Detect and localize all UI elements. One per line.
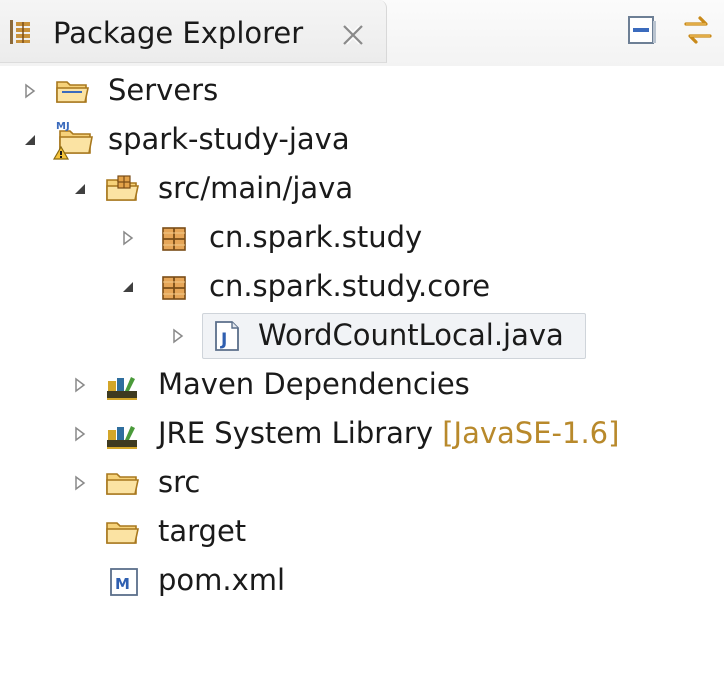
tree-item-package[interactable]: cn.spark.study bbox=[0, 213, 724, 262]
tree-item-src-folder[interactable]: src bbox=[0, 458, 724, 507]
library-icon bbox=[107, 426, 137, 449]
tree-item-label: WordCountLocal.java bbox=[258, 318, 564, 352]
collapse-all-icon[interactable] bbox=[622, 10, 662, 50]
tree-item-label: Maven Dependencies bbox=[158, 367, 470, 401]
tree-item-target-folder[interactable]: target bbox=[0, 507, 724, 556]
tree-item-jre-library[interactable]: JRE System Library [JavaSE-1.6] bbox=[0, 409, 724, 458]
maven-project-icon: M J bbox=[52, 121, 93, 160]
tree-item-label: target bbox=[158, 514, 247, 548]
svg-text:J: J bbox=[220, 330, 227, 350]
chevron-right-icon[interactable] bbox=[70, 375, 90, 395]
package-icon bbox=[162, 227, 186, 251]
view-title: Package Explorer bbox=[53, 16, 304, 50]
package-explorer-icon bbox=[10, 20, 30, 44]
chevron-right-icon[interactable] bbox=[20, 81, 40, 101]
chevron-right-icon[interactable] bbox=[70, 473, 90, 493]
folder-icon bbox=[56, 81, 89, 103]
tree-item-source-folder[interactable]: src/main/java bbox=[0, 164, 724, 213]
link-with-editor-icon[interactable] bbox=[678, 10, 718, 50]
package-explorer-view: Package Explorer Servers M J spark-study… bbox=[0, 0, 724, 692]
chevron-right-icon[interactable] bbox=[168, 326, 188, 346]
tree-item-package[interactable]: cn.spark.study.core bbox=[0, 262, 724, 311]
tree-item-maven-dependencies[interactable]: Maven Dependencies bbox=[0, 360, 724, 409]
chevron-down-icon[interactable] bbox=[20, 130, 40, 150]
tab-package-explorer[interactable]: Package Explorer bbox=[0, 0, 387, 63]
chevron-down-icon[interactable] bbox=[70, 179, 90, 199]
tree-item-pom-file[interactable]: M pom.xml bbox=[0, 556, 724, 605]
tree-item-label: src bbox=[158, 465, 201, 499]
source-folder-icon bbox=[106, 175, 139, 201]
maven-pom-icon: M bbox=[110, 568, 138, 596]
tree-item-label-group: JRE System Library [JavaSE-1.6] bbox=[158, 412, 619, 454]
tree-item-project[interactable]: M J spark-study-java bbox=[0, 115, 724, 164]
svg-text:M: M bbox=[115, 575, 130, 593]
tree-item-label: spark-study-java bbox=[108, 122, 350, 156]
tree-item-label: JRE System Library bbox=[158, 416, 434, 450]
folder-icon bbox=[106, 522, 139, 544]
tree-item-label: pom.xml bbox=[158, 563, 286, 597]
tree-item-label: Servers bbox=[108, 73, 219, 107]
chevron-right-icon[interactable] bbox=[70, 424, 90, 444]
svg-text:J: J bbox=[65, 121, 70, 132]
view-title-bar: Package Explorer bbox=[0, 0, 724, 66]
close-icon[interactable] bbox=[338, 20, 368, 50]
tree-item-label: src/main/java bbox=[158, 171, 354, 205]
folder-icon bbox=[106, 473, 139, 495]
svg-text:M: M bbox=[56, 121, 66, 132]
java-file-icon: J bbox=[215, 321, 239, 351]
package-icon bbox=[162, 276, 186, 300]
jre-version-decoration: [JavaSE-1.6] bbox=[442, 416, 620, 450]
tree-item-label: cn.spark.study.core bbox=[209, 269, 491, 303]
tree-item-java-file[interactable]: J WordCountLocal.java bbox=[0, 311, 724, 360]
library-icon bbox=[107, 377, 137, 400]
chevron-right-icon[interactable] bbox=[118, 228, 138, 248]
tree-item-servers[interactable]: Servers bbox=[0, 66, 724, 115]
chevron-down-icon[interactable] bbox=[118, 277, 138, 297]
tree-item-label: cn.spark.study bbox=[209, 220, 423, 254]
